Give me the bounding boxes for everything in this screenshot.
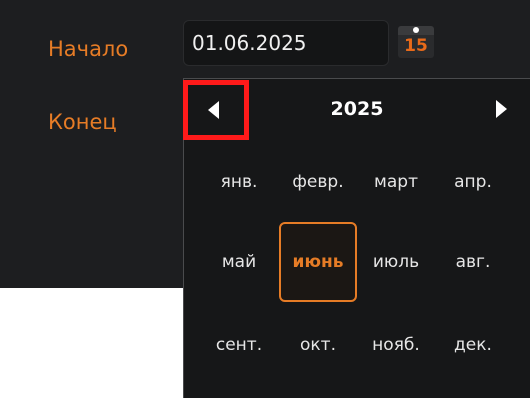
month-mar[interactable]: март [357,142,435,222]
month-oct[interactable]: окт. [279,305,357,385]
start-label: Начало [48,37,129,61]
year-label: 2025 [330,98,384,120]
month-feb[interactable]: февр. [279,142,357,222]
next-year-button[interactable] [484,90,520,130]
month-aug[interactable]: авг. [434,222,512,302]
month-may[interactable]: май [200,222,278,302]
month-sep[interactable]: сент. [200,305,278,385]
previous-year-highlight [183,80,249,140]
month-nov[interactable]: нояб. [357,305,435,385]
calendar-icon-day: 15 [404,36,428,56]
month-jul[interactable]: июль [357,222,435,302]
month-jan[interactable]: янв. [200,142,278,222]
calendar-icon[interactable]: 15 [398,26,434,58]
end-label: Конец [48,110,117,134]
start-date-input[interactable]: 01.06.2025 [183,20,389,66]
date-range-screen: Начало Конец 01.06.2025 15 2025 янв. фев… [0,0,530,398]
right-arrow-icon [496,100,507,118]
month-dec[interactable]: дек. [434,305,512,385]
month-apr[interactable]: апр. [434,142,512,222]
month-jun-selected[interactable]: июнь [279,222,357,302]
